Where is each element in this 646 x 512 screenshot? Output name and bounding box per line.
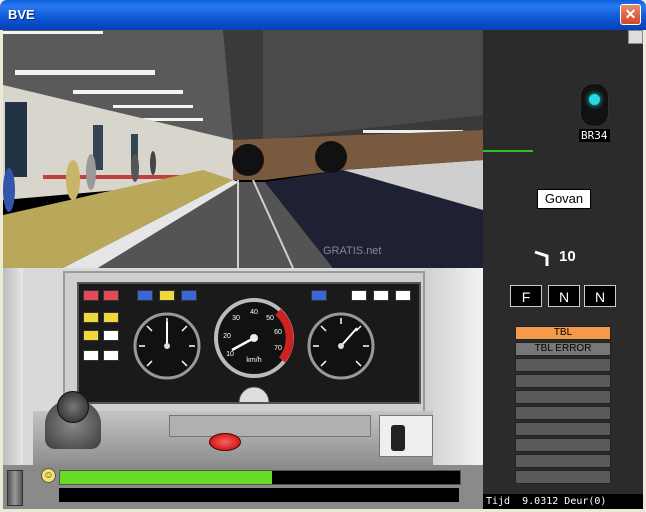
- speed-tick: 10: [226, 351, 234, 358]
- ceiling-light: [15, 70, 155, 75]
- brake-handle[interactable]: [57, 391, 89, 423]
- panel-bracket: [238, 386, 270, 402]
- ceiling-light: [73, 90, 183, 94]
- tunnel-portal: [315, 141, 347, 173]
- instrument-panel: 10 20 30 40 50 60 70 km/h: [77, 282, 421, 404]
- ats-panel-tbl: TBL: [515, 326, 611, 340]
- ceiling-light: [143, 118, 203, 121]
- controller-lever[interactable]: [391, 425, 405, 451]
- cab-view-scene: GRATIS.net: [3, 30, 483, 268]
- cab-door-handle[interactable]: [7, 470, 23, 506]
- left-gauge: [133, 312, 201, 380]
- resize-corner-button[interactable]: [628, 30, 643, 44]
- ats-panel: [515, 358, 611, 372]
- title-bar[interactable]: BVE ✕: [0, 0, 646, 30]
- signal-icon: [580, 83, 609, 127]
- right-gauge: [307, 312, 375, 380]
- ats-panel: [515, 374, 611, 388]
- ats-panel: [515, 406, 611, 420]
- track-indicator-line: [483, 150, 533, 152]
- ats-panel: [515, 470, 611, 484]
- ats-panel-tbl-error: TBL ERROR: [515, 342, 611, 356]
- door-status: Deur(0): [564, 496, 607, 507]
- reverser-forward[interactable]: F: [510, 285, 542, 307]
- master-controller[interactable]: [379, 415, 433, 457]
- signal-light: [589, 94, 600, 105]
- speed-tick: 70: [274, 345, 282, 352]
- signal-label: BR34: [579, 129, 610, 142]
- speed-tick: 40: [250, 309, 258, 316]
- gauge-cluster: 10 20 30 40 50 60 70 km/h: [133, 298, 375, 402]
- speed-tick: 60: [274, 329, 282, 336]
- ceiling-light: [3, 31, 103, 34]
- message-bar: [59, 488, 459, 502]
- ats-panel: [515, 390, 611, 404]
- ats-panel: [515, 454, 611, 468]
- speed-limit-value: 10: [559, 248, 576, 265]
- control-desk: [33, 391, 433, 465]
- button-strip: [169, 415, 371, 437]
- speedometer: 10 20 30 40 50 60 70 km/h: [214, 298, 294, 378]
- clock-readout: Tijd 9.0312 Deur(0): [483, 494, 643, 509]
- app-window: BVE ✕ GRATIS.net 10 20 30 40 50 60 70 km…: [0, 0, 646, 512]
- station-name: Govan: [537, 189, 591, 209]
- ats-panel: [515, 422, 611, 436]
- clock-value: 9.0312: [522, 496, 559, 507]
- emergency-button[interactable]: [209, 433, 241, 451]
- speed-unit: km/h: [246, 357, 261, 364]
- side-panel: BR34 Govan 10 F N N TBL TBL ERROR Tijd 9…: [483, 30, 643, 509]
- close-button[interactable]: ✕: [620, 4, 641, 25]
- wall-poster: [5, 102, 27, 177]
- tunnel-portal: [232, 144, 264, 176]
- progress-fill: [60, 471, 272, 484]
- cab-interior: 10 20 30 40 50 60 70 km/h ☺: [3, 268, 483, 509]
- ceiling-light: [113, 105, 193, 108]
- client-area: GRATIS.net 10 20 30 40 50 60 70 km/h ☺ B…: [3, 30, 643, 509]
- watermark: GRATIS.net: [323, 245, 381, 257]
- window-title: BVE: [8, 7, 35, 22]
- speed-tick: 50: [266, 315, 274, 322]
- speed-tick: 30: [232, 315, 240, 322]
- progress-bar: [59, 470, 461, 485]
- speed-tick: 20: [223, 333, 231, 340]
- ats-panel: [515, 438, 611, 452]
- smiley-icon: ☺: [41, 468, 56, 483]
- speed-limit-icon: [534, 250, 549, 266]
- reverser-neutral[interactable]: N: [548, 285, 580, 307]
- clock-label: Tijd: [486, 496, 511, 507]
- reverser-neutral-2[interactable]: N: [584, 285, 616, 307]
